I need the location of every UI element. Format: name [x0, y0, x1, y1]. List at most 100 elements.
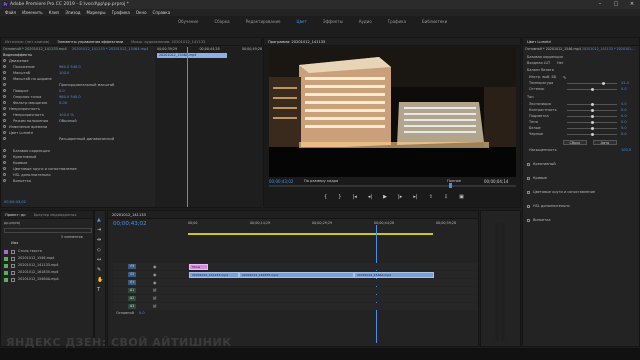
lumetri-section-header[interactable]: Цветовые круги и сопоставление [533, 190, 595, 194]
project-name-column[interactable]: Имя [11, 241, 18, 245]
program-scrubber[interactable] [269, 185, 516, 187]
effect-row[interactable]: Движение [3, 59, 153, 64]
toggle-output-icon[interactable]: ◉ [153, 264, 157, 269]
effect-row[interactable]: Пропорциональный масштаб [3, 83, 153, 88]
tab-effect-controls[interactable]: Элементы управления эффектами [53, 38, 127, 45]
stopwatch-icon[interactable] [3, 71, 6, 74]
effect-controls-master[interactable]: Основной * 20201012_141133.mp4 [3, 47, 67, 51]
track-row[interactable] [113, 287, 478, 294]
tone-row-value[interactable]: 0.0 [621, 108, 627, 112]
stopwatch-icon[interactable] [3, 59, 6, 62]
slider-knob[interactable] [590, 88, 594, 91]
section-toggle-checkbox[interactable] [527, 163, 530, 166]
workspace-assembly[interactable]: Сборка [206, 19, 237, 24]
stopwatch-icon[interactable] [3, 179, 6, 182]
tab-audio-mixer[interactable]: Микш. аудиоклипов: 20201012_141133 [127, 38, 209, 45]
menu-sequence[interactable]: Эпизод [62, 9, 83, 16]
effect-row-value[interactable]: 100.0 % [59, 113, 74, 117]
stopwatch-icon[interactable] [3, 167, 6, 170]
mark-in-icon[interactable]: { [324, 194, 327, 200]
project-item[interactable]: 20201012_141133.mp4 [18, 263, 59, 267]
effect-row[interactable]: Опорная точка 960.0 540.0 [3, 95, 153, 100]
tab-lumetri[interactable]: Цвет Lumetri [523, 38, 555, 45]
go-to-out-icon[interactable]: ▸| [413, 194, 417, 200]
eyedropper-icon[interactable]: ✎ [563, 75, 566, 80]
mute-icon[interactable]: M [153, 288, 156, 293]
tone-row-value[interactable]: 0.0 [621, 126, 627, 130]
item-color-label[interactable] [4, 257, 8, 261]
menu-clip[interactable]: Клип [46, 9, 63, 16]
minimize-icon[interactable]: – [592, 0, 608, 9]
effect-row-value[interactable]: 0.00 [59, 101, 67, 105]
toggle-output-icon[interactable]: ◉ [153, 280, 157, 285]
effect-row[interactable]: Режим наложения Обычный [3, 119, 153, 124]
program-playhead[interactable] [449, 183, 452, 188]
timeline-ruler[interactable]: 00;00 00;00;14;29 00;00;29;29 00;00;44;28 00… [188, 221, 478, 231]
title-clip[interactable]: Shnis [189, 264, 208, 270]
track-row[interactable] [113, 295, 478, 302]
slider-knob[interactable] [590, 133, 594, 136]
workspace-color[interactable]: Цвет [289, 19, 315, 24]
menu-markers[interactable]: Маркеры [84, 9, 109, 16]
export-frame-icon[interactable]: ▣ [459, 194, 464, 200]
selection-tool-icon[interactable]: ▲ [97, 217, 101, 223]
effect-row-value[interactable]: 0.0 [59, 89, 65, 93]
effect-row[interactable]: Цветовые круги и сопоставление [3, 167, 153, 172]
menu-edit[interactable]: Изменить [19, 9, 46, 16]
lumetri-section-header[interactable]: Виньетка [533, 218, 550, 222]
extract-icon[interactable]: ⇩ [444, 194, 448, 200]
effect-row[interactable]: Масштаб 100.0 [3, 71, 153, 76]
stopwatch-icon[interactable] [3, 107, 6, 110]
tone-row-value[interactable]: 0.0 [621, 102, 627, 106]
track-label[interactable]: A3 [128, 304, 136, 309]
stopwatch-icon[interactable] [3, 101, 6, 104]
effect-row[interactable]: Креативный [3, 155, 153, 160]
tone-row-value[interactable]: 0.0 [621, 120, 627, 124]
effect-row-value[interactable]: 960.0 540.0 [59, 65, 81, 69]
slider-knob[interactable] [601, 82, 605, 85]
effect-row-value[interactable]: 960.0 540.0 [59, 95, 81, 99]
program-monitor-title[interactable]: Программа: 20201012_141133 [264, 38, 329, 45]
slider-knob[interactable] [590, 115, 594, 118]
lumetri-section-header[interactable]: Кривые [533, 176, 547, 180]
go-to-in-icon[interactable]: |◂ [353, 194, 357, 200]
item-color-label[interactable] [4, 250, 8, 254]
effect-row[interactable]: Цвет Lumetri [3, 131, 153, 136]
effect-row[interactable]: Непрозрачность [3, 107, 153, 112]
lumetri-master[interactable]: Основной * 20201012_1546.mp4 [525, 47, 581, 51]
step-forward-icon[interactable]: |▸ [398, 194, 402, 200]
stopwatch-icon[interactable] [3, 83, 6, 86]
reset-button[interactable]: Сброс [563, 140, 587, 145]
effect-row[interactable]: Поворот 0.0 [3, 89, 153, 94]
mute-icon[interactable]: M [153, 304, 156, 309]
slider-knob[interactable] [590, 127, 594, 130]
stopwatch-icon[interactable] [3, 77, 6, 80]
step-back-icon[interactable]: ◂| [368, 194, 372, 200]
workspace-editing[interactable]: Редактирование [238, 19, 289, 24]
saturation-value[interactable]: 100.0 [621, 148, 631, 152]
close-icon[interactable]: × [624, 0, 640, 9]
stopwatch-icon[interactable] [3, 131, 6, 134]
tab-project[interactable]: Проект: pp [1, 211, 30, 218]
tab-media-browser[interactable]: Браузер медиаданных [30, 211, 81, 218]
stopwatch-icon[interactable] [3, 155, 6, 158]
stopwatch-icon[interactable] [3, 125, 6, 128]
play-icon[interactable]: ▶ [383, 194, 387, 200]
effect-row[interactable]: Масштаб по ширине [3, 77, 153, 82]
effect-row-value[interactable]: 100.0 [59, 71, 69, 75]
project-item[interactable]: 20201012_1546.mp4 [18, 256, 54, 260]
track-label[interactable]: V1 [128, 280, 136, 285]
stopwatch-icon[interactable] [3, 95, 6, 98]
project-item[interactable]: 20201012_161835.mp4 [18, 270, 59, 274]
tone-row-value[interactable]: 0.0 [621, 132, 627, 136]
effect-row[interactable]: Расширенный динамический [3, 137, 153, 142]
track-label[interactable]: A1 [128, 288, 136, 293]
workspace-effects[interactable]: Эффекты [315, 19, 351, 24]
effect-row[interactable]: HSL дополнительно [3, 173, 153, 178]
track-row[interactable] [113, 279, 478, 286]
white-balance-row-value[interactable]: 41.4 [621, 81, 629, 85]
mute-icon[interactable]: M [153, 296, 156, 301]
timeline-timecode[interactable]: 00;00;43;02 [113, 221, 147, 227]
program-fit-select[interactable]: По размеру кадра [304, 179, 338, 183]
input-lut-select[interactable]: Нет [557, 61, 564, 65]
